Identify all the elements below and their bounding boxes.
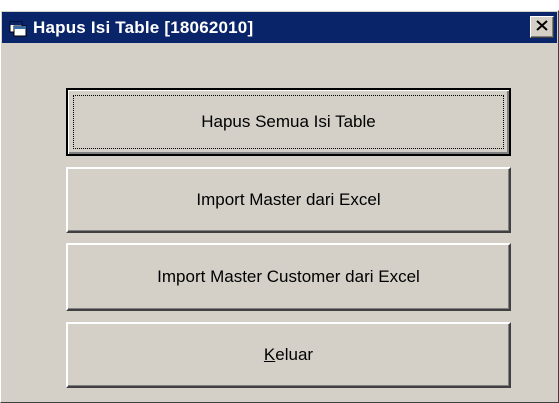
keluar-label-rest: eluar (275, 345, 314, 364)
app-window-icon (9, 19, 27, 37)
title-bar[interactable]: Hapus Isi Table [18062010] (2, 12, 557, 43)
import-customer-button-label: Import Master Customer dari Excel (157, 267, 420, 286)
window-title: Hapus Isi Table [18062010] (33, 17, 254, 37)
import-master-button[interactable]: Import Master dari Excel (66, 167, 511, 233)
keluar-accelerator: K (263, 345, 276, 364)
dialog-window: Hapus Isi Table [18062010] Hapus Semua I… (0, 10, 559, 403)
keluar-button-label: Keluar (264, 345, 313, 365)
import-master-button-label: Import Master dari Excel (196, 190, 381, 209)
hapus-semua-isi-table-button[interactable]: Hapus Semua Isi Table (66, 88, 511, 156)
dialog-body: Hapus Semua Isi Table Import Master dari… (2, 44, 557, 401)
keluar-button[interactable]: Keluar (66, 322, 511, 388)
import-master-customer-button[interactable]: Import Master Customer dari Excel (66, 243, 511, 311)
hapus-button-label: Hapus Semua Isi Table (201, 112, 376, 131)
close-icon (536, 18, 548, 36)
close-button[interactable] (530, 16, 554, 38)
